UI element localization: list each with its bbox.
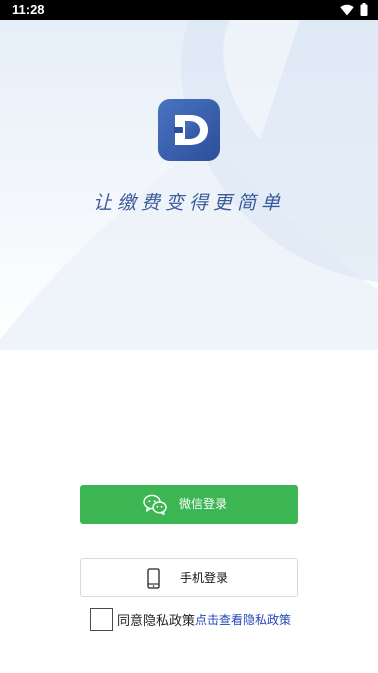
battery-icon [360,1,368,20]
privacy-checkbox[interactable] [90,608,113,631]
privacy-agree-text: 同意隐私政策 [117,614,196,629]
status-bar: 11:28 [0,0,378,20]
app-logo [158,99,220,161]
privacy-policy-link[interactable]: 点击查看隐私政策 [195,611,291,628]
phone-icon [147,568,160,589]
wifi-icon [340,1,354,20]
wechat-login-button[interactable]: 微信登录 [80,485,298,524]
phone-login-label: 手机登录 [180,571,229,585]
background-decoration [0,20,378,350]
wechat-icon [143,494,167,515]
status-icons [340,1,368,20]
phone-login-button[interactable]: 手机登录 [80,558,298,597]
app-slogan: 让缴费变得更简单 [92,192,285,214]
wechat-login-label: 微信登录 [179,497,228,511]
status-time: 11:28 [12,2,45,17]
d-logo-icon [158,99,220,161]
privacy-agreement-row: 同意隐私政策 点击查看隐私政策 [90,607,291,632]
